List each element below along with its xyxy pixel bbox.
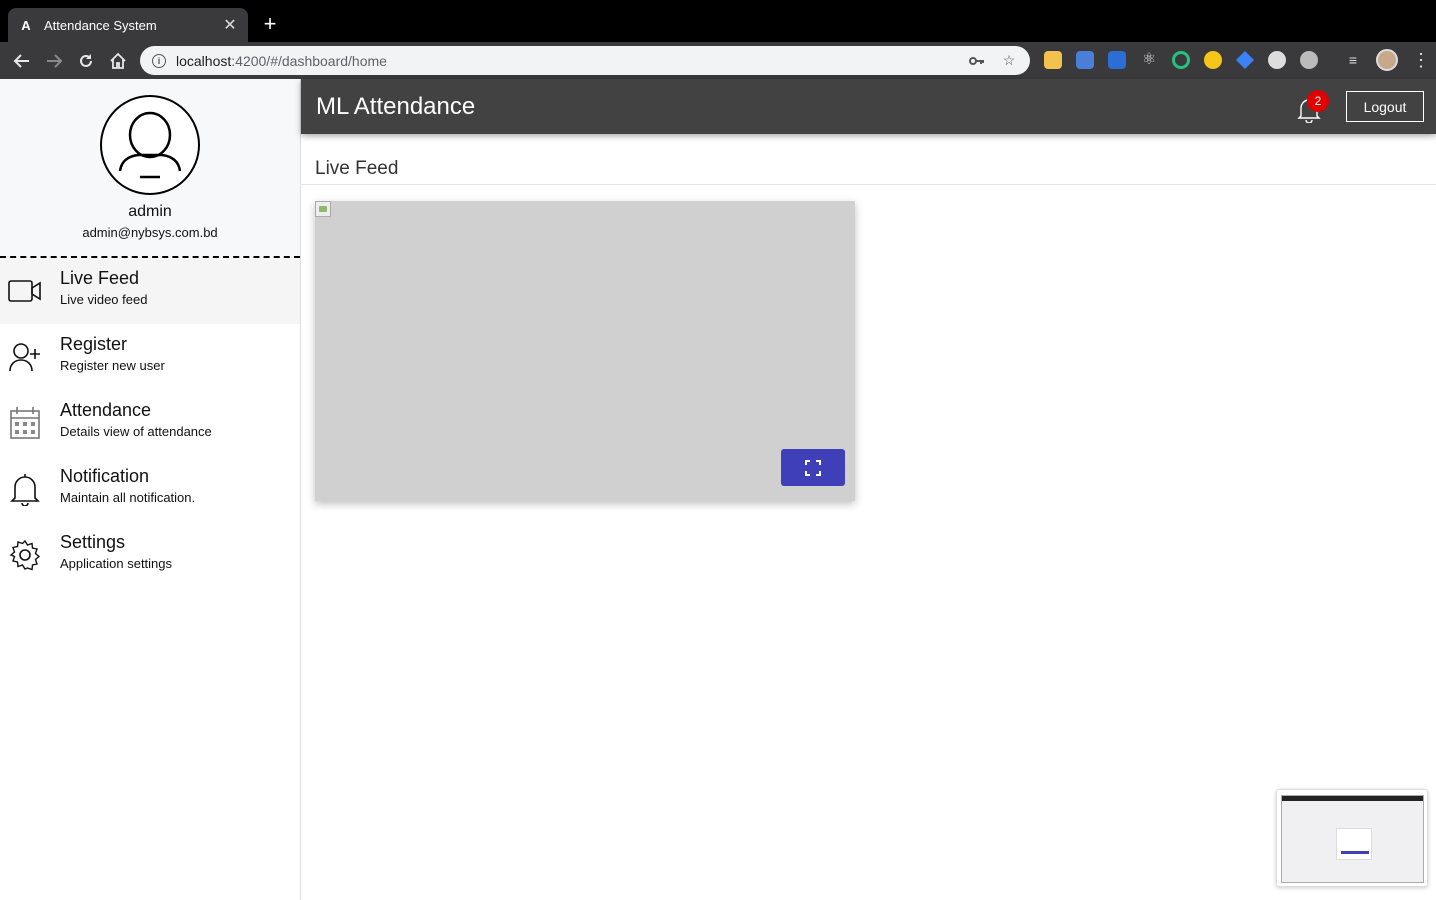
bell-icon [8,472,42,506]
gear-icon [8,538,42,572]
forward-arrow-icon[interactable] [42,49,66,73]
screenshot-thumbnail[interactable] [1276,789,1428,887]
extension-yellow-icon[interactable] [1204,51,1222,69]
extension-notes-icon[interactable] [1044,51,1062,69]
avatar [100,95,200,195]
bookmark-star-icon[interactable]: ☆ [1000,52,1018,70]
sidebar-item-label: Register [60,334,128,354]
home-icon[interactable] [106,49,130,73]
sidebar: admin admin@nybsys.com.bd Live Feed Live… [0,79,301,900]
back-arrow-icon[interactable] [10,49,34,73]
url-text: localhost:4200/#/dashboard/home [176,52,387,69]
fullscreen-button[interactable] [781,449,845,486]
address-bar[interactable]: i localhost:4200/#/dashboard/home ☆ [140,46,1030,75]
calendar-icon [8,406,42,440]
angular-favicon-icon: A [21,17,31,33]
extension-tracker-icon[interactable] [1268,51,1286,69]
extension-translate-icon[interactable] [1076,51,1094,69]
sidebar-item-live-feed[interactable]: Live Feed Live video feed [0,258,300,324]
sidebar-item-sublabel: Register new user [60,358,165,373]
extension-blue-icon[interactable] [1236,51,1254,69]
user-name: admin [128,203,172,220]
extension-circle-icon[interactable] [1172,51,1190,69]
browser-tab[interactable]: A Attendance System ✕ [8,8,248,42]
notification-count-badge: 2 [1307,90,1329,112]
sidebar-item-notification[interactable]: Notification Maintain all notification. [0,456,300,522]
sidebar-item-label: Settings [60,532,126,552]
site-info-icon[interactable]: i [152,53,166,68]
app-header: ML Attendance 2 Logout [301,79,1436,134]
sidebar-item-register[interactable]: Register Register new user [0,324,300,390]
browser-toolbar: i localhost:4200/#/dashboard/home ☆ ⚛ ≡ [0,42,1436,79]
key-icon[interactable] [968,52,986,70]
user-email: admin@nybsys.com.bd [82,225,218,240]
sidebar-item-settings[interactable]: Settings Application settings [0,522,300,588]
media-queue-icon[interactable]: ≡ [1344,51,1362,69]
extension-react-icon[interactable]: ⚛ [1140,51,1158,69]
extension-s-icon[interactable] [1108,51,1126,69]
close-tab-icon[interactable]: ✕ [222,15,238,35]
browser-tab-bar: A Attendance System ✕ + [0,0,1436,42]
fullscreen-icon [805,459,821,476]
sidebar-item-sublabel: Maintain all notification. [60,490,196,505]
title-divider [301,184,1436,185]
logout-button[interactable]: Logout [1346,91,1424,122]
sidebar-item-label: Live Feed [60,268,140,288]
sidebar-item-label: Attendance [60,400,152,420]
sidebar-item-label: Notification [60,466,150,486]
browser-menu-icon[interactable]: ⋮ [1412,50,1430,70]
add-user-icon [8,340,42,374]
tab-title: Attendance System [44,17,157,33]
broken-image-icon [315,201,331,217]
live-video-feed [315,201,855,501]
reload-icon[interactable] [74,49,98,73]
page-title: Live Feed [315,158,399,179]
sidebar-item-attendance[interactable]: Attendance Details view of attendance [0,390,300,456]
extension-check-icon[interactable] [1300,51,1318,69]
browser-profile-avatar[interactable] [1376,49,1398,71]
new-tab-button[interactable]: + [260,10,280,38]
sidebar-item-sublabel: Live video feed [60,292,148,307]
user-profile-panel: admin admin@nybsys.com.bd [0,79,300,258]
video-camera-icon [8,274,42,308]
app-title: ML Attendance [316,93,476,120]
sidebar-item-sublabel: Application settings [60,556,173,571]
sidebar-item-sublabel: Details view of attendance [60,424,212,439]
